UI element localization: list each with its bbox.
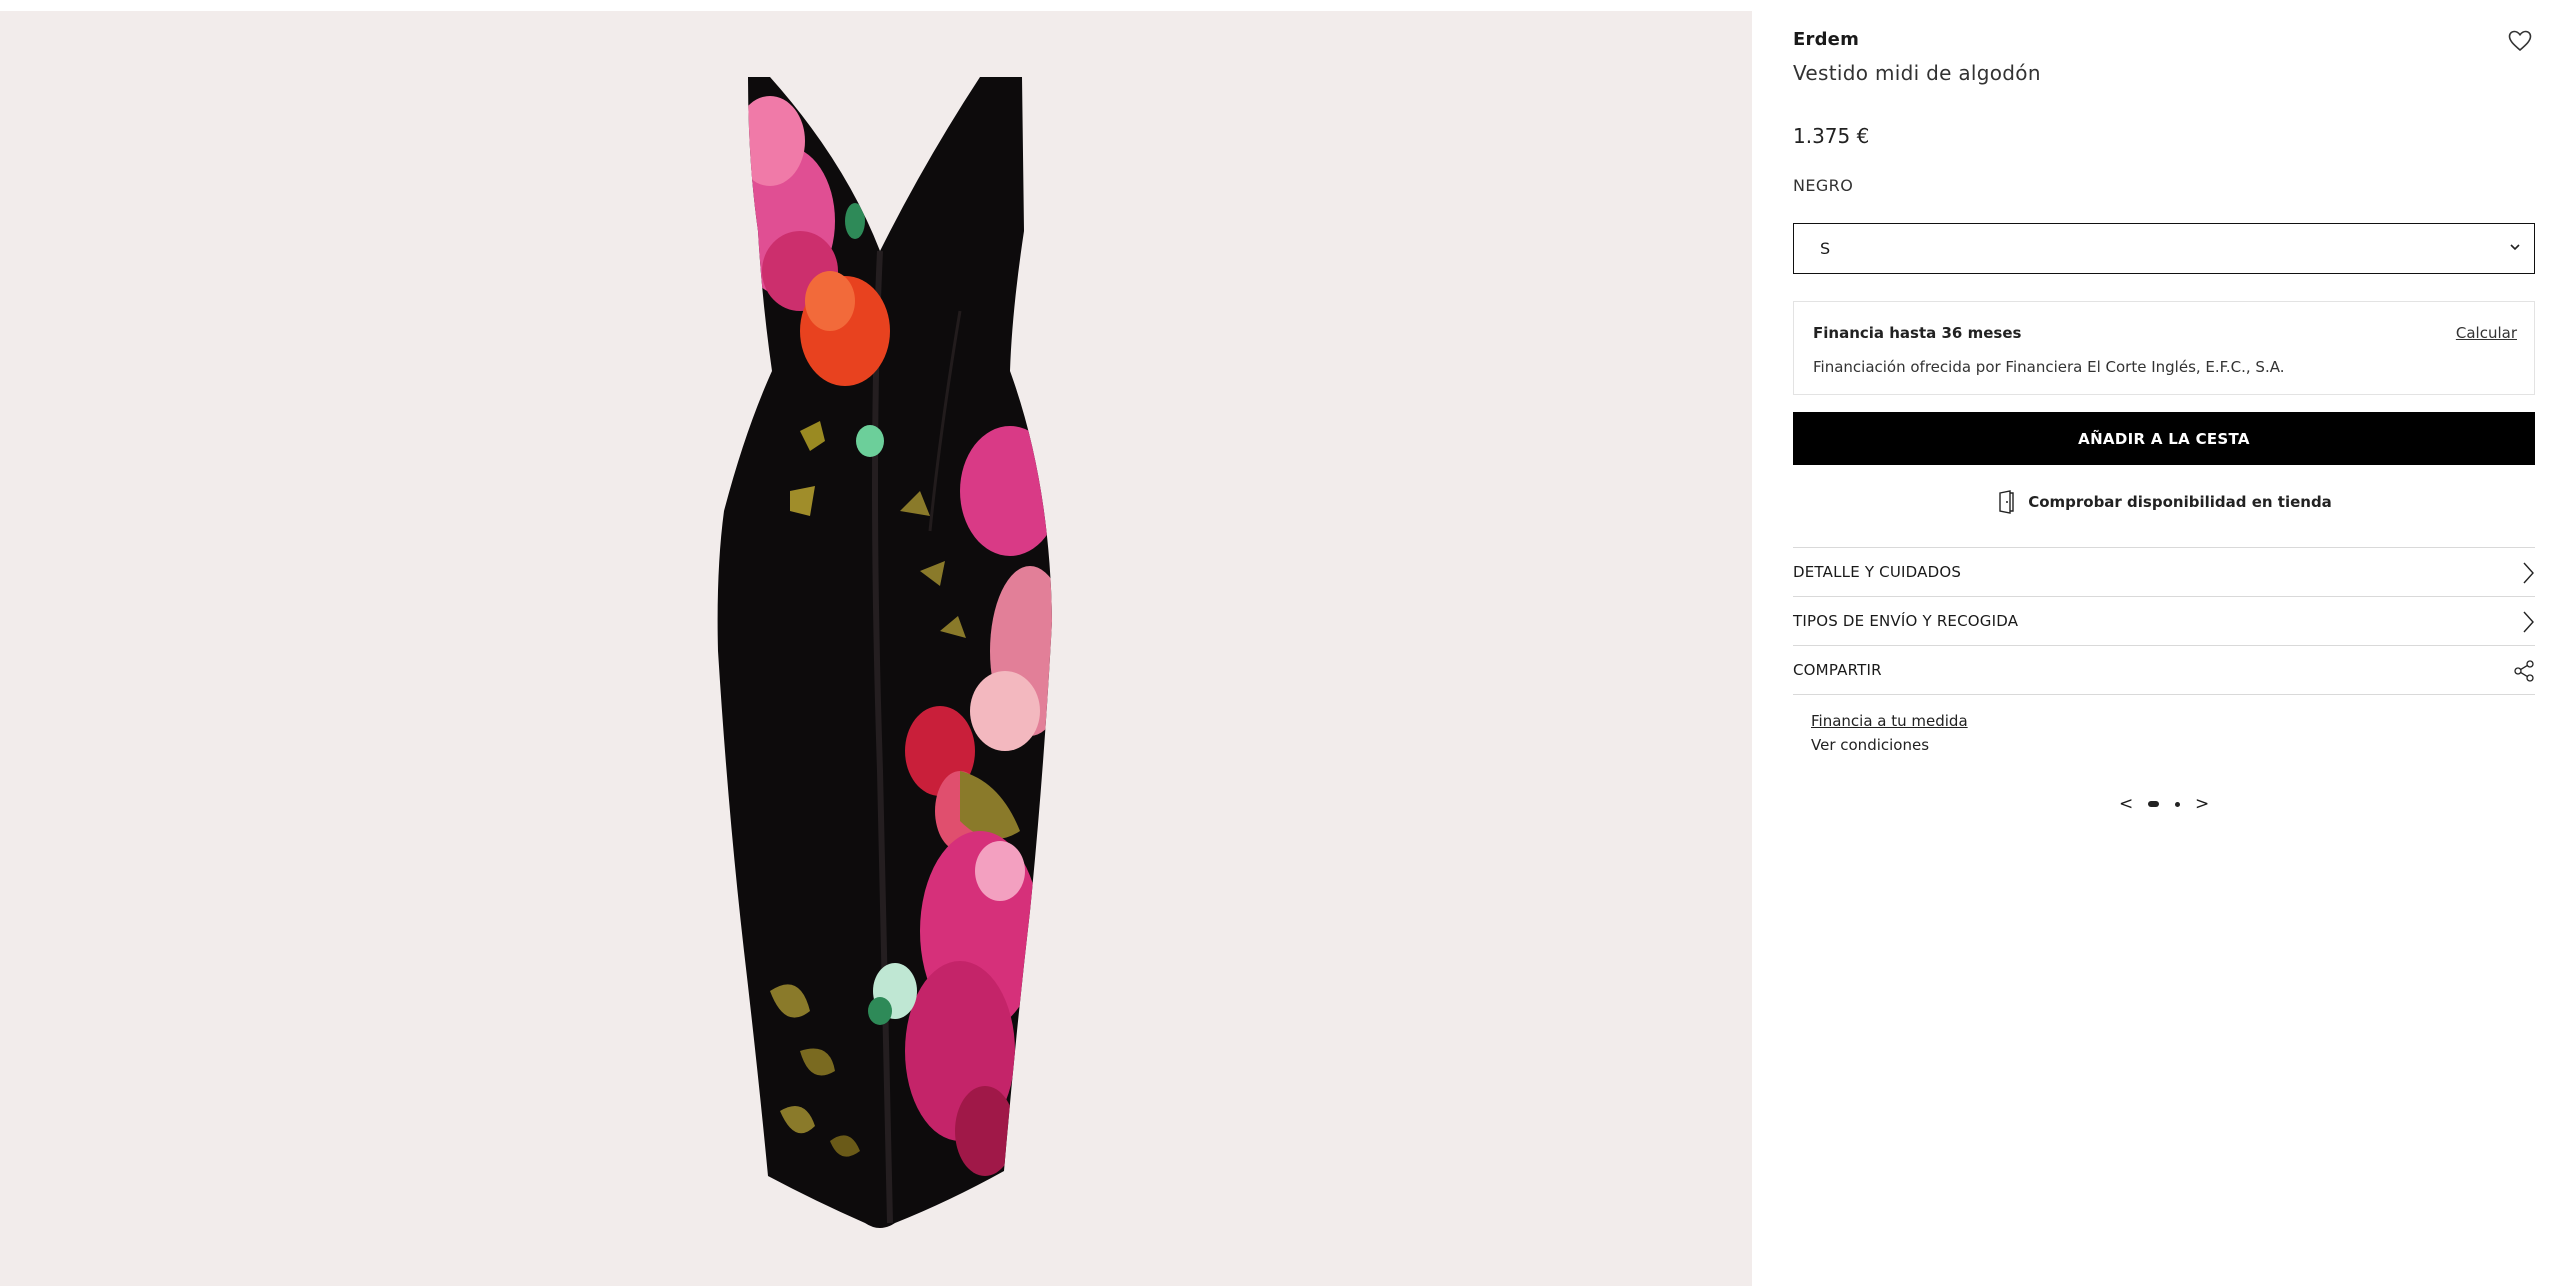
check-store-availability-button[interactable]: Comprobar disponibilidad en tienda bbox=[1793, 488, 2535, 516]
size-select-value: S bbox=[1820, 239, 1831, 258]
chevron-right-icon bbox=[2523, 562, 2534, 584]
check-store-label: Comprobar disponibilidad en tienda bbox=[2028, 493, 2332, 511]
product-price: 1.375 € bbox=[1793, 124, 1870, 148]
finance-title: Financia hasta 36 meses bbox=[1813, 324, 2022, 342]
carousel-prev-button[interactable]: < bbox=[2119, 794, 2133, 814]
accordion-detail-care[interactable]: DETALLE Y CUIDADOS bbox=[1793, 547, 2535, 596]
accordion-shipping-types[interactable]: TIPOS DE ENVÍO Y RECOGIDA bbox=[1793, 596, 2535, 645]
size-select[interactable]: S bbox=[1793, 223, 2535, 274]
accordion-divider bbox=[1793, 694, 2535, 695]
carousel-dot-active[interactable] bbox=[2148, 801, 2160, 807]
accordion-label: DETALLE Y CUIDADOS bbox=[1793, 563, 1962, 581]
finance-promo-link[interactable]: Financia a tu medida bbox=[1811, 712, 1968, 730]
finance-subtitle: Financiación ofrecida por Financiera El … bbox=[1813, 358, 2285, 376]
product-details-panel: Erdem Vestido midi de algodón 1.375 € NE… bbox=[1793, 0, 2535, 1286]
store-icon bbox=[1999, 490, 2014, 514]
view-conditions-link[interactable]: Ver condiciones bbox=[1811, 736, 1929, 754]
calculate-link[interactable]: Calcular bbox=[2456, 324, 2517, 342]
product-image-gallery[interactable] bbox=[0, 11, 1752, 1286]
product-title: Vestido midi de algodón bbox=[1793, 61, 2041, 85]
product-image-dress bbox=[717, 77, 1052, 1228]
add-to-cart-button[interactable]: AÑADIR A LA CESTA bbox=[1793, 412, 2535, 465]
chevron-right-icon bbox=[2523, 611, 2534, 633]
heart-icon bbox=[2508, 30, 2532, 52]
wishlist-button[interactable] bbox=[2505, 26, 2535, 56]
carousel-next-button[interactable]: > bbox=[2195, 794, 2209, 814]
chevron-down-icon bbox=[2510, 244, 2520, 251]
carousel-dot[interactable] bbox=[2174, 801, 2180, 807]
accordion-share[interactable]: COMPARTIR bbox=[1793, 645, 2535, 694]
share-icon bbox=[2514, 660, 2534, 682]
accordion-label: COMPARTIR bbox=[1793, 661, 1882, 679]
product-brand[interactable]: Erdem bbox=[1793, 29, 1859, 50]
accordion-label: TIPOS DE ENVÍO Y RECOGIDA bbox=[1793, 612, 2019, 630]
promo-carousel-controls: < > bbox=[2119, 793, 2209, 815]
color-label: NEGRO bbox=[1793, 176, 1854, 195]
finance-box: Financia hasta 36 meses Calcular Financi… bbox=[1793, 301, 2535, 395]
